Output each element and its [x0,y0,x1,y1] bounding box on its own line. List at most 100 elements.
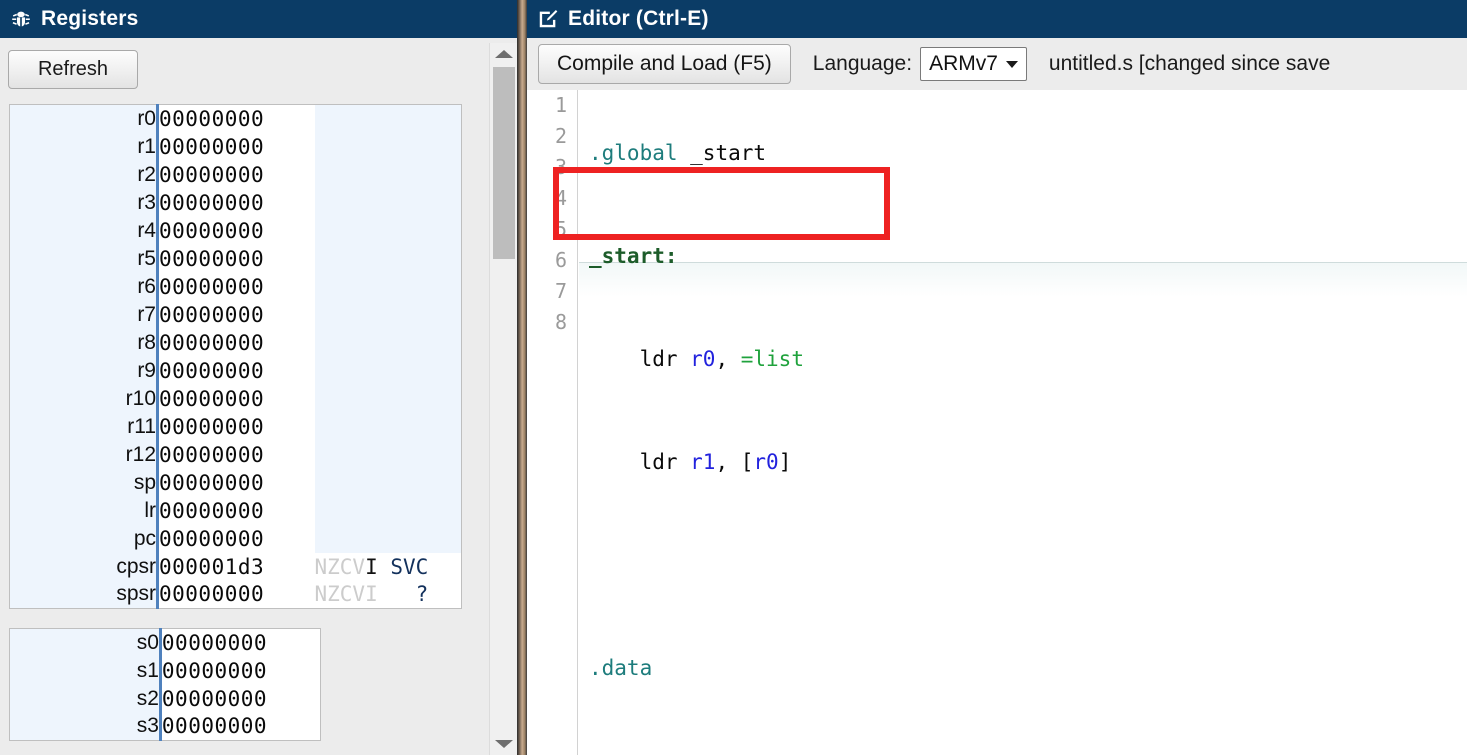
register-value[interactable]: 00000000 [160,684,321,713]
code-line: .data [579,653,1467,684]
processor-mode: ? [377,582,429,607]
register-value[interactable]: 00000000 [160,656,321,685]
register-name: r9 [9,356,159,385]
register-value[interactable]: 00000000 [160,712,321,741]
register-name: r11 [9,412,159,441]
separator-token: , [715,450,741,474]
register-row: r11 00000000 [9,412,462,441]
register-value[interactable]: 00000000 [157,524,315,553]
processor-mode: SVC [377,554,429,579]
registers-panel: Registers Refresh r0 00000000 r1 00000000 r2… [0,0,517,755]
register-value[interactable]: 00000000 [157,272,315,301]
register-name: r4 [9,216,159,245]
register-value[interactable]: 00000000 [157,468,315,497]
register-row: r2 00000000 [9,160,462,189]
language-select-value: ARMv7 [929,52,998,75]
core-registers-table: r0 00000000 r1 00000000 r2 00000000 r3 00000000… [9,104,462,609]
register-value[interactable]: 00000000 [157,356,315,385]
register-row: r6 00000000 [9,272,462,301]
register-name: s1 [9,656,162,685]
bracket-open-token: [ [740,450,754,474]
line-number: 4 [554,186,567,210]
line-number: 3 [554,155,567,179]
register-token: r0 [690,347,716,371]
line-number: 2 [554,124,567,148]
directive-token: .global [589,141,678,165]
separator-token: , [715,347,741,371]
register-pad-cell [314,384,462,413]
line-number: 5 [554,217,567,241]
register-value[interactable]: 00000000 [157,132,315,161]
flags-inactive: NZCVI [314,582,378,607]
register-pad-cell [314,244,462,273]
scrollbar-down-arrow-icon[interactable] [490,733,518,755]
registers-scrollbar[interactable] [489,43,517,755]
register-value[interactable]: 00000000 [160,628,321,657]
register-row: spsr 00000000 NZCVI ? [9,580,462,609]
scrollbar-thumb[interactable] [493,67,515,259]
register-pad-cell [314,272,462,301]
register-name: r10 [9,384,159,413]
register-name: r6 [9,272,159,301]
register-value[interactable]: 000001d3 [157,552,315,581]
register-value[interactable]: 00000000 [157,244,315,273]
register-token: r0 [753,450,779,474]
pencil-square-icon [537,8,559,30]
register-value[interactable]: 00000000 [157,580,315,609]
register-name: lr [9,496,159,525]
register-name: pc [9,524,159,553]
register-row: r9 00000000 [9,356,462,385]
status-flags: NZCVI ? [314,580,462,609]
directive-token: .data [589,656,653,680]
register-name: r12 [9,440,159,469]
code-line: _start: [579,241,1467,272]
register-pad-cell [314,468,462,497]
register-value[interactable]: 00000000 [157,216,315,245]
register-row: r12 00000000 [9,440,462,469]
register-row: r0 00000000 [9,104,462,133]
label-token: _start: [589,244,678,268]
ide-window: Registers Refresh r0 00000000 r1 00000000 r2… [0,0,1467,755]
register-row: pc 00000000 [9,524,462,553]
register-pad-cell [314,328,462,357]
code-lines[interactable]: .global _start _start: ldr r0, =list ldr… [579,90,1467,755]
scrollbar-up-arrow-icon[interactable] [490,43,518,65]
register-row: s3 00000000 [9,712,321,741]
symbol-token: =list [740,347,804,371]
register-value[interactable]: 00000000 [157,104,315,133]
editor-panel-header: Editor (Ctrl-E) [527,0,1467,38]
register-value[interactable]: 00000000 [157,300,315,329]
opcode-token: ldr [639,347,691,371]
register-value[interactable]: 00000000 [157,160,315,189]
code-line: ldr r1, [r0] [579,447,1467,478]
register-row: lr 00000000 [9,496,462,525]
line-number-gutter: 1 2 3 4 5 6 7 8 [527,90,578,755]
register-value[interactable]: 00000000 [157,384,315,413]
register-value[interactable]: 00000000 [157,412,315,441]
register-row: r1 00000000 [9,132,462,161]
register-value[interactable]: 00000000 [157,188,315,217]
register-row: cpsr 000001d3 NZCVI SVC [9,552,462,581]
register-value[interactable]: 00000000 [157,496,315,525]
register-pad-cell [314,300,462,329]
language-label: Language: [812,52,913,75]
register-value[interactable]: 00000000 [157,328,315,357]
register-name: s3 [9,712,162,741]
register-pad-cell [314,356,462,385]
register-value[interactable]: 00000000 [157,440,315,469]
status-flags: NZCVI SVC [314,552,462,581]
register-row: r7 00000000 [9,300,462,329]
line-number: 6 [554,248,567,272]
register-pad-cell [314,496,462,525]
refresh-button[interactable]: Refresh [8,50,138,89]
line-number: 7 [554,279,567,303]
line-number: 1 [554,93,567,117]
register-name: sp [9,468,159,497]
panel-splitter[interactable] [517,0,527,755]
code-editor-area[interactable]: 1 2 3 4 5 6 7 8 .global _start _start: l… [527,90,1467,755]
editor-panel-title: Editor (Ctrl-E) [568,7,709,30]
flags-active: I [365,554,378,579]
language-select[interactable]: ARMv7 [920,47,1027,81]
compile-and-load-button[interactable]: Compile and Load (F5) [538,44,791,84]
